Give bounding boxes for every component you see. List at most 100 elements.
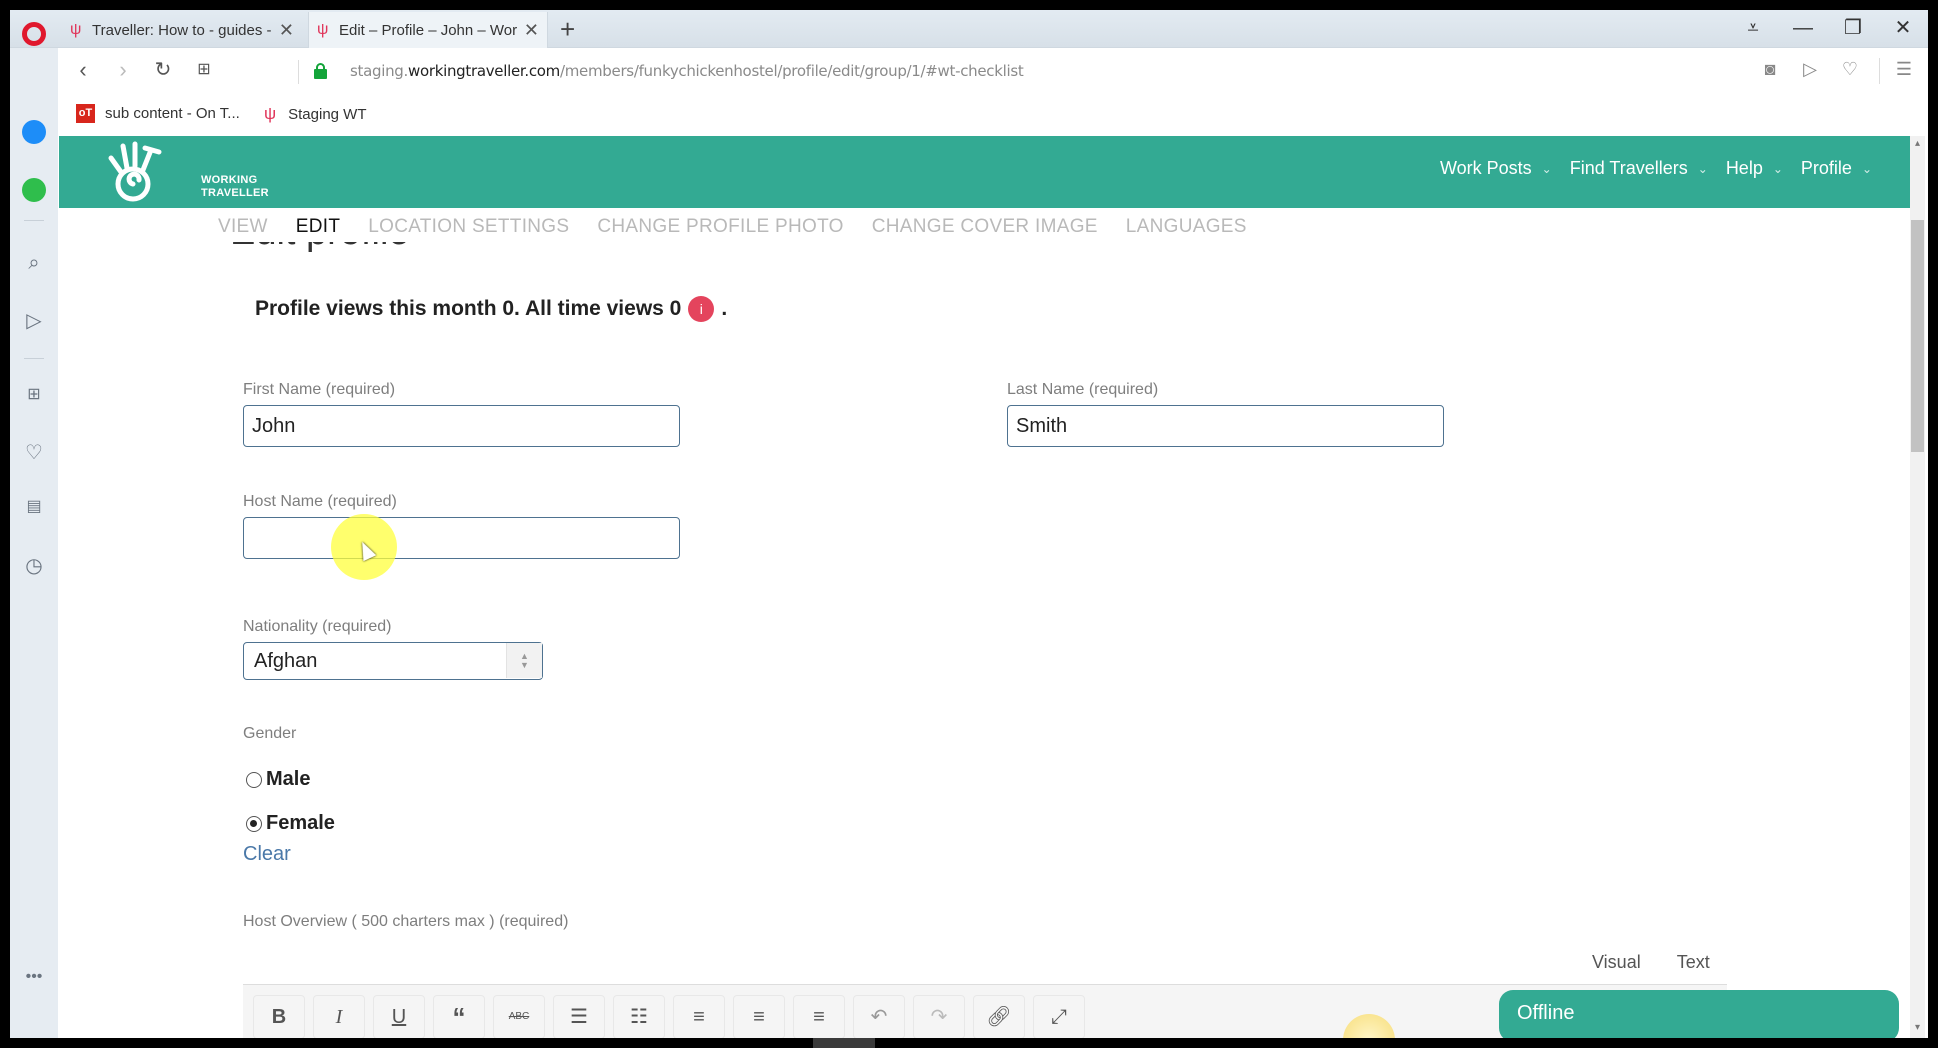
new-tab-button[interactable]: + xyxy=(560,14,575,44)
logo-text: WORKING TRAVELLER xyxy=(201,174,269,200)
nav-profile[interactable]: Profile ⌄ xyxy=(1801,158,1872,179)
redo-button[interactable]: ↷ xyxy=(913,995,965,1038)
underline-button[interactable]: U xyxy=(373,995,425,1038)
taskbar-item xyxy=(813,1038,875,1048)
url-field[interactable]: staging.workingtraveller.com/members/fun… xyxy=(350,62,1024,80)
back-button[interactable]: ‹ xyxy=(70,58,96,82)
send-icon[interactable]: ▷ xyxy=(10,308,58,333)
info-icon[interactable]: i xyxy=(688,296,715,322)
subnav-view[interactable]: VIEW xyxy=(218,216,268,238)
fullscreen-button[interactable]: ⤢ xyxy=(1033,995,1085,1038)
chevron-down-icon: ⌄ xyxy=(1861,161,1872,176)
link-button[interactable]: 🔗︎ xyxy=(973,995,1025,1038)
blockquote-button[interactable]: “ xyxy=(433,995,485,1038)
close-window-button[interactable]: ✕ xyxy=(1888,14,1918,42)
tab-menu-icon[interactable]: ⩡ xyxy=(1738,14,1768,42)
messenger-icon[interactable] xyxy=(22,120,46,144)
search-icon[interactable]: ⌕ xyxy=(10,252,58,275)
nationality-select[interactable]: Afghan ▲ ▼ xyxy=(243,642,543,680)
numbered-list-button[interactable]: ☷ xyxy=(613,995,665,1038)
tab-traveller-guides[interactable]: ψ Traveller: How to - guides - ✕ xyxy=(62,12,302,48)
bold-button[interactable]: B xyxy=(253,995,305,1038)
undo-button[interactable]: ↶ xyxy=(853,995,905,1038)
clear-gender-link[interactable]: Clear xyxy=(243,843,291,866)
heart-icon[interactable]: ♡ xyxy=(1838,59,1862,80)
easy-setup-icon[interactable]: ☰ xyxy=(1892,59,1916,80)
editor-tab-visual[interactable]: Visual xyxy=(1592,952,1641,973)
host-name-label: Host Name (required) xyxy=(243,493,397,510)
ot-icon: oT xyxy=(76,104,95,123)
address-bar: ‹ › ↻ ⊞ staging.workingtraveller.com/mem… xyxy=(58,48,1928,94)
nav-work-posts[interactable]: Work Posts ⌄ xyxy=(1440,158,1552,179)
editor-mode-tabs: Visual Text xyxy=(1592,952,1710,973)
url-prefix: staging. xyxy=(350,62,408,80)
male-radio[interactable] xyxy=(246,771,262,788)
gender-label: Gender xyxy=(243,725,297,742)
speed-dial-icon[interactable]: ⊞ xyxy=(10,384,58,404)
scroll-thumb[interactable] xyxy=(1911,220,1924,452)
minimize-button[interactable]: — xyxy=(1788,14,1818,42)
gender-female-option[interactable]: Female xyxy=(246,812,335,835)
main-nav: Work Posts ⌄ Find Travellers ⌄ Help ⌄ Profi… xyxy=(1440,158,1872,179)
first-name-label: First Name (required) xyxy=(243,381,396,398)
logo-line-2: TRAVELLER xyxy=(201,187,269,199)
gender-male-option[interactable]: Male xyxy=(246,768,310,791)
history-icon[interactable]: ◷ xyxy=(10,553,58,578)
align-center-button[interactable]: ≡ xyxy=(733,995,785,1038)
camera-icon[interactable]: ◙ xyxy=(1758,59,1782,80)
subnav-languages[interactable]: LANGUAGES xyxy=(1126,216,1247,238)
host-name-input[interactable] xyxy=(243,517,680,559)
nationality-value: Afghan xyxy=(254,650,318,672)
close-tab-icon[interactable]: ✕ xyxy=(279,20,294,41)
chat-widget[interactable]: Offline xyxy=(1499,990,1899,1038)
align-right-button[interactable]: ≡ xyxy=(793,995,845,1038)
opera-menu-icon[interactable] xyxy=(22,22,46,46)
close-tab-icon[interactable]: ✕ xyxy=(524,20,539,41)
scroll-up-icon[interactable]: ▴ xyxy=(1910,138,1925,149)
taskbar-edge xyxy=(0,1038,1938,1048)
lock-icon[interactable] xyxy=(314,63,327,79)
heart-icon[interactable]: ♡ xyxy=(10,440,58,465)
working-traveller-logo[interactable]: WORKING TRAVELLER xyxy=(99,140,269,204)
wt-favicon-icon: ψ xyxy=(317,21,329,38)
tab-title: Edit – Profile – John – Work xyxy=(339,21,518,39)
whatsapp-icon[interactable] xyxy=(22,178,46,202)
browser-sidebar: ⌕ ▷ ⊞ ♡ ▤ ◷ ••• xyxy=(10,48,58,1038)
more-icon[interactable]: ••• xyxy=(10,968,58,986)
bookmark-label: sub content - On T... xyxy=(105,105,240,122)
bullet-list-button[interactable]: ☰ xyxy=(553,995,605,1038)
subnav-change-cover-image[interactable]: CHANGE COVER IMAGE xyxy=(872,216,1098,238)
profile-views-stats: Profile views this month 0. All time vie… xyxy=(255,296,727,322)
site-header: WORKING TRAVELLER Work Posts ⌄ Find Trave… xyxy=(59,136,1910,208)
first-name-input[interactable] xyxy=(243,405,680,447)
divider xyxy=(24,358,44,359)
send-icon[interactable]: ▷ xyxy=(1798,59,1822,80)
last-name-input[interactable] xyxy=(1007,405,1444,447)
strikethrough-button[interactable]: ABC xyxy=(493,995,545,1038)
radio-label: Female xyxy=(266,812,335,834)
subnav-change-profile-photo[interactable]: CHANGE PROFILE PHOTO xyxy=(597,216,843,238)
tab-edit-profile[interactable]: ψ Edit – Profile – John – Work ✕ xyxy=(308,12,548,48)
news-icon[interactable]: ▤ xyxy=(10,496,58,516)
nationality-label: Nationality (required) xyxy=(243,618,392,635)
reload-button[interactable]: ↻ xyxy=(150,58,176,82)
align-left-button[interactable]: ≡ xyxy=(673,995,725,1038)
speed-dial-icon[interactable]: ⊞ xyxy=(191,58,217,82)
editor-tab-text[interactable]: Text xyxy=(1677,952,1710,973)
last-name-label: Last Name (required) xyxy=(1007,381,1159,398)
scroll-down-icon[interactable]: ▾ xyxy=(1910,1022,1925,1033)
restore-button[interactable]: ❐ xyxy=(1838,14,1868,42)
hand-logo-icon xyxy=(108,141,162,202)
bookmark-sub-content[interactable]: oT sub content - On T... xyxy=(76,104,240,123)
views-suffix: . xyxy=(721,297,728,320)
nav-label: Help xyxy=(1725,158,1763,178)
italic-button[interactable]: I xyxy=(313,995,365,1038)
subnav-edit[interactable]: EDIT xyxy=(296,216,340,238)
female-radio[interactable] xyxy=(246,815,262,832)
nav-find-travellers[interactable]: Find Travellers ⌄ xyxy=(1570,158,1708,179)
forward-button[interactable]: › xyxy=(110,58,136,82)
nav-help[interactable]: Help ⌄ xyxy=(1726,158,1783,179)
bookmark-staging-wt[interactable]: ψ Staging WT xyxy=(264,104,367,124)
page-scrollbar[interactable]: ▴ ▾ xyxy=(1910,136,1925,1038)
subnav-location-settings[interactable]: LOCATION SETTINGS xyxy=(368,216,569,238)
